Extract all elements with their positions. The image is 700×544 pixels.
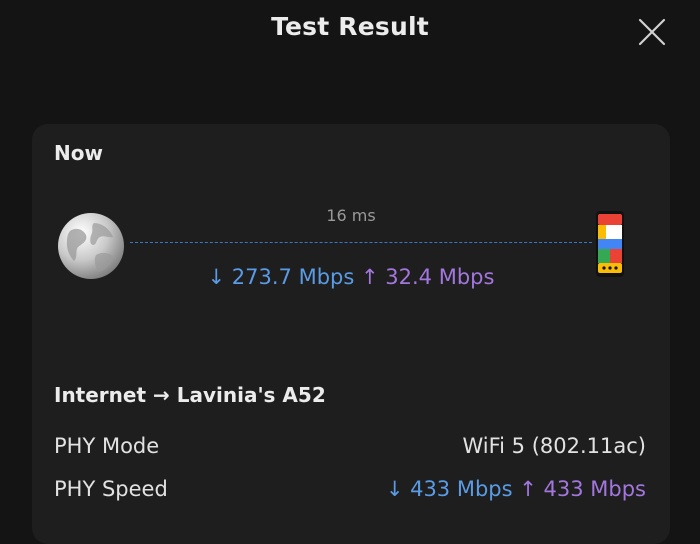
upload-speed: ↑ 32.4 Mbps — [361, 265, 495, 289]
phy-speed-label: PHY Speed — [54, 477, 168, 501]
phy-speed-value: ↓ 433 Mbps ↑ 433 Mbps — [386, 477, 646, 501]
latency-label: 16 ms — [326, 206, 376, 225]
phy-download-speed: ↓ 433 Mbps — [385, 477, 513, 501]
connection-line — [130, 242, 592, 243]
header: Test Result — [0, 0, 700, 62]
result-card: Now 16 ms ↓ 273.7 Mbps ↑ 32.4 Mbps Inter… — [32, 124, 670, 544]
phy-speed-row: PHY Speed ↓ 433 Mbps ↑ 433 Mbps — [54, 477, 646, 507]
close-button[interactable] — [636, 16, 668, 48]
connection-path-title: Internet → Lavinia's A52 — [54, 383, 326, 407]
phy-upload-speed: ↑ 433 Mbps — [519, 477, 646, 501]
speed-summary: ↓ 273.7 Mbps ↑ 32.4 Mbps — [32, 265, 670, 289]
phone-device-icon — [594, 211, 626, 277]
download-speed: ↓ 273.7 Mbps — [207, 265, 355, 289]
page-title: Test Result — [271, 12, 429, 41]
close-icon — [638, 18, 666, 46]
phy-mode-row: PHY Mode WiFi 5 (802.11ac) — [54, 434, 646, 464]
phy-mode-label: PHY Mode — [54, 434, 160, 458]
card-heading: Now — [54, 141, 103, 165]
phy-mode-value: WiFi 5 (802.11ac) — [462, 434, 646, 458]
